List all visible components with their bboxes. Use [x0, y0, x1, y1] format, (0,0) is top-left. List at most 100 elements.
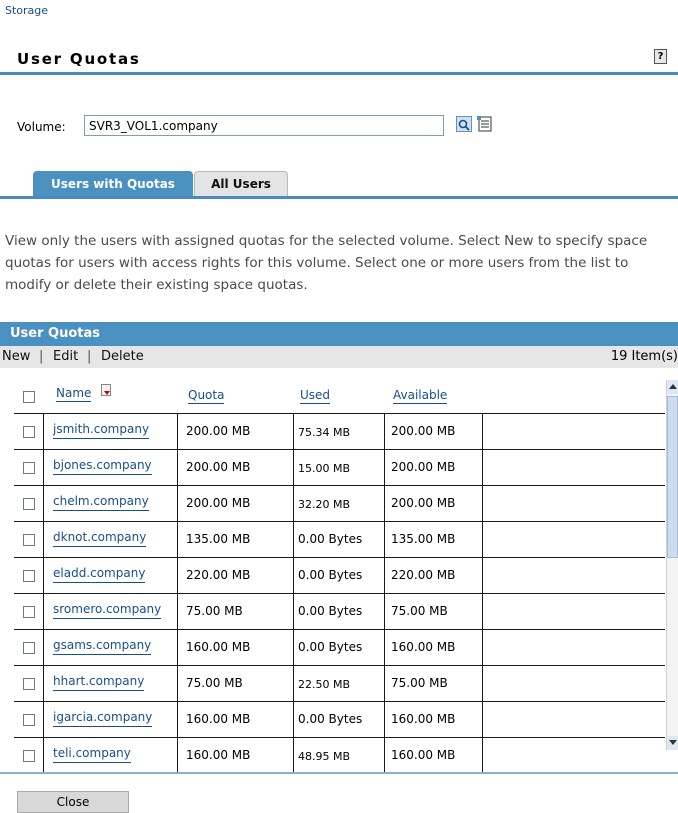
user-name-link[interactable]: sromero.company [53, 602, 162, 619]
column-separator [177, 666, 178, 701]
quota-cell: 160.00 MB [186, 712, 251, 726]
column-separator [293, 630, 294, 665]
scroll-up-icon[interactable] [667, 380, 678, 394]
row-checkbox[interactable] [23, 462, 35, 474]
user-name-link[interactable]: igarcia.company [53, 710, 153, 727]
table-row[interactable]: gsams.company 160.00 MB 0.00 Bytes 160.00 M… [14, 630, 665, 666]
column-separator [384, 414, 385, 449]
panel-title: User Quotas [0, 322, 678, 346]
toolbar-separator: | [39, 349, 44, 364]
volume-input[interactable] [84, 115, 444, 136]
column-separator [177, 414, 178, 449]
row-checkbox[interactable] [23, 678, 35, 690]
column-separator [177, 738, 178, 773]
column-separator [43, 486, 44, 521]
row-checkbox[interactable] [23, 426, 35, 438]
available-cell: 75.00 MB [391, 604, 448, 618]
used-cell: 0.00 Bytes [298, 604, 363, 618]
column-separator [384, 738, 385, 773]
quota-cell: 160.00 MB [186, 748, 251, 762]
user-name-link[interactable]: teli.company [53, 746, 131, 763]
quota-cell: 75.00 MB [186, 676, 243, 690]
column-separator [293, 666, 294, 701]
quota-cell: 200.00 MB [186, 496, 251, 510]
delete-button[interactable]: Delete [101, 346, 144, 368]
user-name-link[interactable]: chelm.company [53, 494, 149, 511]
user-name-link[interactable]: bjones.company [53, 458, 152, 475]
quota-cell: 200.00 MB [186, 460, 251, 474]
table-scrollbar[interactable] [666, 380, 678, 750]
row-checkbox[interactable] [23, 570, 35, 582]
select-all-checkbox[interactable] [23, 391, 35, 403]
column-separator [293, 558, 294, 593]
column-separator [482, 702, 483, 737]
object-browser-icon[interactable] [476, 115, 494, 133]
row-checkbox[interactable] [23, 534, 35, 546]
column-separator [43, 666, 44, 701]
user-name-link[interactable]: jsmith.company [53, 422, 150, 439]
table-row[interactable]: chelm.company 200.00 MB 32.20 MB 200.00 MB [14, 486, 665, 522]
column-header-available[interactable]: Available [393, 388, 448, 404]
new-button[interactable]: New [2, 346, 30, 368]
column-separator [43, 522, 44, 557]
column-header-used[interactable]: Used [300, 388, 331, 404]
column-separator [293, 702, 294, 737]
row-checkbox[interactable] [23, 498, 35, 510]
table-row[interactable]: jsmith.company 200.00 MB 75.34 MB 200.00 MB [14, 414, 665, 450]
column-separator [384, 558, 385, 593]
row-checkbox[interactable] [23, 750, 35, 762]
user-name-link[interactable]: eladd.company [53, 566, 146, 583]
row-checkbox[interactable] [23, 642, 35, 654]
available-cell: 160.00 MB [391, 640, 456, 654]
edit-button[interactable]: Edit [53, 346, 78, 368]
search-icon[interactable] [456, 116, 472, 132]
column-separator [384, 522, 385, 557]
column-separator [177, 630, 178, 665]
table-row[interactable]: hhart.company 75.00 MB 22.50 MB 75.00 MB [14, 666, 665, 702]
column-separator [43, 594, 44, 629]
help-icon[interactable]: ? [654, 49, 667, 64]
table-row[interactable]: igarcia.company 160.00 MB 0.00 Bytes 160.00… [14, 702, 665, 738]
volume-label: Volume: [17, 120, 66, 134]
user-name-link[interactable]: dknot.company [53, 530, 147, 547]
row-checkbox[interactable] [23, 606, 35, 618]
tab-all-users[interactable]: All Users [194, 171, 288, 196]
table-row[interactable]: sromero.company 75.00 MB 0.00 Bytes 75.00 M… [14, 594, 665, 630]
column-separator [482, 630, 483, 665]
tab-bar: Users with Quotas All Users [0, 168, 678, 198]
column-separator [43, 414, 44, 449]
column-separator [384, 450, 385, 485]
column-separator [482, 450, 483, 485]
used-cell: 0.00 Bytes [298, 640, 363, 654]
column-separator [43, 558, 44, 593]
bottom-divider [0, 772, 678, 774]
table-row[interactable]: teli.company 160.00 MB 48.95 MB 160.00 MB [14, 738, 665, 774]
toolbar: New | Edit | Delete 19 Item(s) [0, 346, 678, 368]
column-header-name[interactable]: Name [56, 386, 92, 402]
available-cell: 200.00 MB [391, 460, 456, 474]
table-row[interactable]: eladd.company 220.00 MB 0.00 Bytes 220.00 M… [14, 558, 665, 594]
column-header-quota[interactable]: Quota [188, 388, 225, 404]
tab-users-with-quotas[interactable]: Users with Quotas [33, 171, 193, 197]
column-separator [384, 486, 385, 521]
scroll-thumb[interactable] [667, 396, 678, 558]
sort-descending-icon[interactable] [101, 384, 111, 396]
row-checkbox[interactable] [23, 714, 35, 726]
column-separator [482, 558, 483, 593]
toolbar-separator: | [87, 349, 92, 364]
user-name-link[interactable]: gsams.company [53, 638, 152, 655]
column-separator [43, 450, 44, 485]
table-row[interactable]: bjones.company 200.00 MB 15.00 MB 200.00 MB [14, 450, 665, 486]
column-separator [384, 594, 385, 629]
column-separator [43, 702, 44, 737]
breadcrumb-storage[interactable]: Storage [5, 4, 48, 17]
available-cell: 220.00 MB [391, 568, 456, 582]
scroll-down-icon[interactable] [667, 736, 678, 750]
used-cell: 0.00 Bytes [298, 568, 363, 582]
column-separator [384, 702, 385, 737]
user-name-link[interactable]: hhart.company [53, 674, 145, 691]
column-separator [43, 630, 44, 665]
available-cell: 200.00 MB [391, 496, 456, 510]
table-row[interactable]: dknot.company 135.00 MB 0.00 Bytes 135.00 M… [14, 522, 665, 558]
used-cell: 0.00 Bytes [298, 532, 363, 546]
